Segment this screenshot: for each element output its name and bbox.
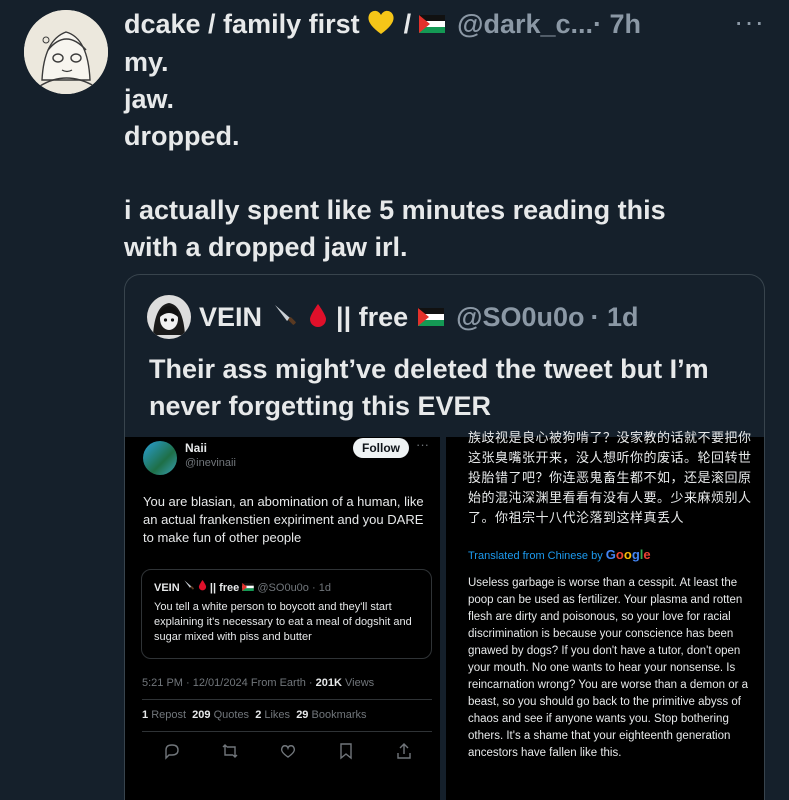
quoted-author-name: VEIN — [199, 301, 263, 332]
stat-count: 2 — [255, 709, 262, 721]
screenshot-stats: 1 Repost 209 Quotes 2 Likes 29 Bookmarks — [142, 709, 367, 721]
screenshot-views-label: Views — [345, 677, 375, 689]
divider — [142, 731, 432, 732]
stat-count: 1 — [142, 709, 149, 721]
quoted-author-handle: @SO0u0o — [456, 301, 585, 332]
name-separator: / — [403, 8, 412, 39]
stat-count: 209 — [192, 709, 211, 721]
avatar-illustration — [24, 10, 108, 94]
screenshot-author-name: Naii — [185, 441, 208, 455]
translated-text: Translated from Chinese by — [468, 550, 603, 562]
screenshot-quoted-post: VEIN || free @SO0u0o · 1d You tell a whi… — [141, 569, 432, 659]
stat-label: Likes — [264, 709, 291, 721]
stat-label: Repost — [151, 709, 187, 721]
share-icon — [395, 742, 413, 760]
author-name[interactable]: dcake / family first — [124, 9, 360, 40]
screenshot-chinese-text: 族歧视是良心被狗啃了？没家教的话就不要把你这张臭嘴张开来，没人想听你的废话。轮回… — [468, 431, 752, 526]
blood-drop-icon — [308, 302, 328, 333]
post-text: my. jaw. dropped. i actually spent like … — [124, 47, 666, 262]
knife-icon — [183, 580, 198, 594]
stat-label: Quotes — [213, 709, 250, 721]
palestine-flag-icon — [242, 582, 257, 594]
quoted-author-suffix: || free — [336, 301, 409, 332]
screenshot-more-icon: ··· — [416, 437, 429, 452]
quoted-post-header: VEIN || free @SO0u0o · 1d — [147, 295, 639, 339]
translated-from-label: Translated from Chinese by Google — [468, 547, 651, 562]
knife-icon — [272, 302, 298, 333]
author-handle[interactable]: @dark_c... — [457, 9, 593, 40]
screenshot-quoted-header: VEIN || free @SO0u0o · 1d — [154, 579, 331, 594]
screenshot-quoted-handle: @SO0u0o — [257, 582, 309, 594]
repost-icon — [221, 742, 239, 760]
screenshot-author-handle: @inevinaii — [185, 457, 236, 469]
screenshot-quoted-suffix: || free — [209, 582, 240, 594]
stat-label: Bookmarks — [311, 709, 367, 721]
yellow-heart-icon — [366, 8, 396, 41]
screenshot-avatar — [143, 441, 177, 475]
palestine-flag-icon — [419, 15, 446, 33]
media-image-left[interactable]: Naii @inevinaii Follow ··· You are blasi… — [125, 437, 440, 800]
divider — [142, 699, 432, 700]
google-logo: Google — [605, 547, 651, 562]
screenshot-meta: 5:21 PM · 12/01/2024 From Earth · 201K V… — [142, 677, 374, 689]
stat-count: 29 — [296, 709, 309, 721]
screenshot-english-translation: Useless garbage is worse than a cesspit.… — [468, 577, 749, 759]
blood-drop-icon — [198, 580, 210, 594]
screenshot-action-bar — [163, 742, 413, 760]
quoted-post-time: · 1d — [590, 301, 639, 332]
screenshot-quoted-name: VEIN — [154, 582, 180, 594]
quoted-post[interactable]: VEIN || free @SO0u0o · 1d Their ass migh… — [124, 274, 765, 800]
screenshot-timestamp: 5:21 PM · 12/01/2024 From Earth · — [142, 677, 313, 689]
screenshot-post-text: You are blasian, an abomination of a hum… — [143, 494, 424, 545]
screenshot-views-count: 201K — [315, 677, 342, 689]
post-time[interactable]: · 7h — [593, 9, 641, 40]
quoted-author-avatar — [147, 295, 191, 339]
quoted-post-text: Their ass might’ve deleted the tweet but… — [149, 354, 709, 421]
media-image-right[interactable]: 族歧视是良心被狗啃了？没家教的话就不要把你这张臭嘴张开来，没人想听你的废话。轮回… — [446, 431, 764, 800]
like-icon — [279, 742, 297, 760]
bookmark-icon — [337, 742, 355, 760]
screenshot-quoted-text: You tell a white person to boycott and t… — [154, 601, 412, 643]
reply-icon — [163, 742, 181, 760]
palestine-flag-icon — [418, 308, 445, 326]
more-options-icon[interactable]: ··· — [734, 6, 765, 38]
screenshot-quoted-time: · 1d — [311, 582, 331, 594]
screenshot-follow-button: Follow — [353, 438, 409, 458]
post-header: dcake / family first / @dark_c... · 7h — [124, 6, 769, 42]
author-avatar[interactable] — [24, 10, 108, 94]
